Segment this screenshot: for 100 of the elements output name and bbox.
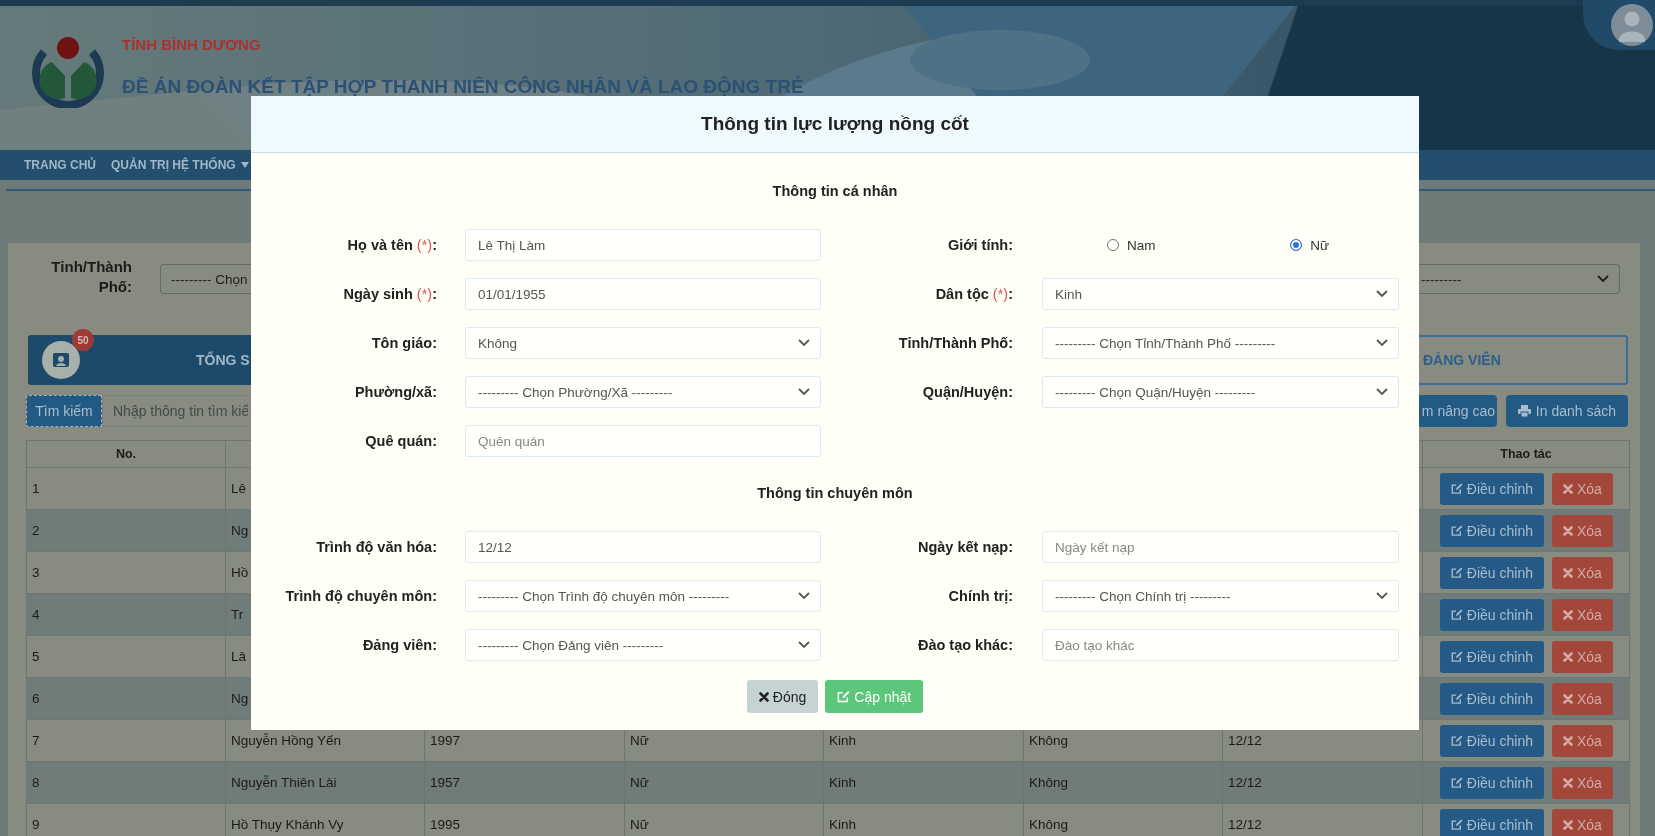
delete-button[interactable]: Xóa <box>1552 724 1613 757</box>
dropdown[interactable]: --------- Chọn Chính trị --------- <box>1042 580 1399 612</box>
input-field[interactable]: Ngày kết nạp <box>1042 531 1399 563</box>
field-label: Phường/xã: <box>353 384 437 400</box>
dropdown[interactable]: Không <box>465 327 821 359</box>
input-field[interactable]: Lê Thị Làm <box>465 229 821 261</box>
dropdown[interactable]: --------- Chọn Tỉnh/Thành Phố --------- <box>1042 327 1399 359</box>
edit-icon <box>1451 608 1463 621</box>
search-button[interactable]: Tìm kiếm <box>26 395 102 427</box>
delete-button[interactable]: Xóa <box>1552 472 1613 505</box>
edit-icon <box>1451 818 1463 831</box>
table-cell: Không <box>1029 733 1069 748</box>
radio-button[interactable] <box>1107 239 1119 251</box>
close-icon <box>1563 819 1573 830</box>
field-label: Tôn giáo: <box>370 335 437 351</box>
edit-icon <box>1451 776 1463 789</box>
close-button[interactable]: Đóng <box>746 680 819 713</box>
close-icon <box>1563 525 1573 536</box>
dropdown[interactable]: --------- Chọn Đảng viên --------- <box>465 629 821 661</box>
delete-button[interactable]: Xóa <box>1552 598 1613 631</box>
table-cell: Không <box>1029 817 1069 832</box>
field-label: Giới tính: <box>946 237 1013 253</box>
column-header: No. <box>115 447 137 461</box>
input-field[interactable]: 12/12 <box>465 531 821 563</box>
table-cell: 12/12 <box>1228 733 1262 748</box>
input-field[interactable]: Quên quán <box>465 425 821 457</box>
section-title: Thông tin chuyên môn <box>757 485 913 502</box>
edit-button[interactable]: Điều chỉnh <box>1440 808 1544 836</box>
table-cell: 3 <box>32 565 40 580</box>
delete-button[interactable]: Xóa <box>1552 808 1613 836</box>
edit-button[interactable]: Điều chỉnh <box>1440 724 1544 757</box>
table-cell: 1 <box>32 481 40 496</box>
edit-button[interactable]: Điều chỉnh <box>1440 640 1544 673</box>
radio-label: Nam <box>1127 237 1156 253</box>
edit-icon <box>1451 482 1463 495</box>
count-badge: 50 <box>72 329 94 351</box>
close-icon <box>1563 651 1573 662</box>
field-label: Quê quán: <box>364 433 437 449</box>
print-button[interactable]: In danh sách <box>1505 395 1628 427</box>
filter-label: Tỉnh/Thành Phố: <box>50 257 132 297</box>
dropdown[interactable]: --------- Chọn Quận/Huyện --------- <box>1042 376 1399 408</box>
close-icon <box>1563 483 1573 494</box>
table-cell: 4 <box>32 607 40 622</box>
field-label: Họ và tên (*): <box>346 237 437 253</box>
close-icon <box>1563 693 1573 704</box>
delete-button[interactable]: Xóa <box>1552 766 1613 799</box>
column-header: Thao tác <box>1500 447 1552 461</box>
dropdown[interactable]: --------- Chọn Trình độ chuyên môn --------- <box>465 580 821 612</box>
delete-button[interactable]: Xóa <box>1552 514 1613 547</box>
close-icon <box>1563 735 1573 746</box>
input-field[interactable]: 01/01/1955 <box>465 278 821 310</box>
table-cell: 5 <box>32 649 40 664</box>
edit-button[interactable]: Điều chỉnh <box>1440 514 1544 547</box>
table-cell: Lâ <box>231 649 247 664</box>
input-field[interactable]: Đào tạo khác <box>1042 629 1399 661</box>
table-cell: 12/12 <box>1228 817 1262 832</box>
chevron-icon <box>798 641 810 649</box>
stat-label: ĐẢNG VIÊN <box>1423 352 1501 368</box>
print-icon <box>1517 405 1531 417</box>
delete-button[interactable]: Xóa <box>1552 640 1613 673</box>
table-cell: Lê <box>231 481 247 496</box>
table-cell: Ng <box>231 691 249 706</box>
edit-button[interactable]: Điều chỉnh <box>1440 472 1544 505</box>
table-cell: 1995 <box>430 817 461 832</box>
avatar-icon[interactable] <box>1611 4 1653 46</box>
chevron-icon <box>798 592 810 600</box>
edit-icon <box>1451 524 1463 537</box>
field-label: Dân tộc (*): <box>934 286 1013 302</box>
chevron-icon <box>1376 592 1388 600</box>
nav-link[interactable]: QUẢN TRỊ HỆ THỐNG <box>111 158 249 172</box>
edit-icon <box>837 690 851 703</box>
field-label: Chính trị: <box>947 588 1013 604</box>
table-cell: Kinh <box>829 775 857 790</box>
close-icon <box>1563 609 1573 620</box>
id-card-icon <box>42 341 80 379</box>
filter-dropdown[interactable]: --------- <box>1419 264 1620 294</box>
table-cell: Nữ <box>630 817 649 832</box>
radio-button[interactable] <box>1290 239 1303 251</box>
delete-button[interactable]: Xóa <box>1552 556 1613 589</box>
table-cell: 1957 <box>430 775 461 790</box>
field-label: Quận/Huyện: <box>921 384 1013 400</box>
edit-button[interactable]: Điều chỉnh <box>1440 682 1544 715</box>
nav-link[interactable]: TRANG CHỦ <box>24 158 96 172</box>
province-name: TỈNH BÌNH DƯƠNG <box>122 36 262 54</box>
edit-button[interactable]: Điều chỉnh <box>1440 598 1544 631</box>
chevron-icon <box>1376 290 1388 298</box>
field-label: Trình độ chuyên môn: <box>284 588 437 604</box>
table-cell: 7 <box>32 733 40 748</box>
table-cell: 6 <box>32 691 40 706</box>
table-cell: Nguyễn Thiên Lài <box>231 775 337 790</box>
table-cell: 2 <box>32 523 40 538</box>
table-cell: Nữ <box>630 775 649 790</box>
delete-button[interactable]: Xóa <box>1552 682 1613 715</box>
field-label: Ngày sinh (*): <box>342 286 437 302</box>
table-cell: Nguyễn Hồng Yến <box>231 733 342 748</box>
dropdown[interactable]: --------- Chọn Phường/Xã --------- <box>465 376 821 408</box>
edit-button[interactable]: Điều chỉnh <box>1440 766 1544 799</box>
save-button[interactable]: Cập nhật <box>825 680 924 713</box>
dropdown[interactable]: Kinh <box>1042 278 1399 310</box>
edit-button[interactable]: Điều chỉnh <box>1440 556 1544 589</box>
